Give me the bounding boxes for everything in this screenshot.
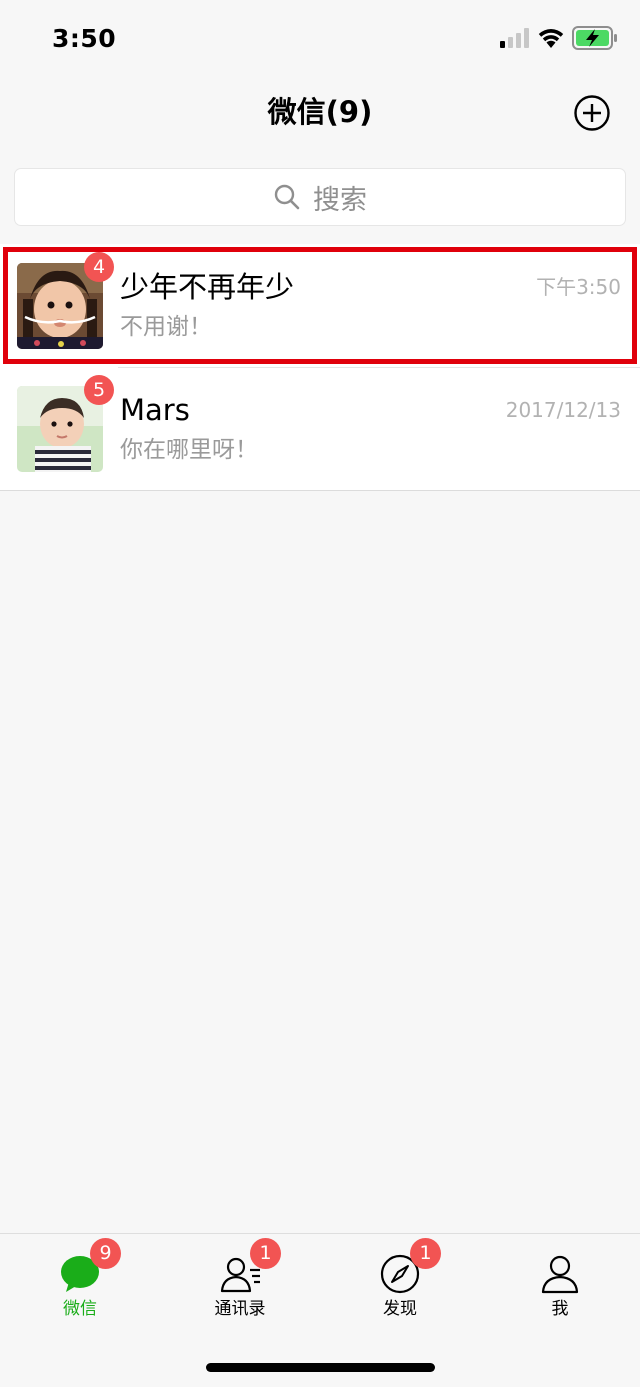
unread-badge: 5	[84, 375, 114, 405]
search-placeholder: 搜索	[313, 184, 367, 216]
search-input[interactable]: 搜索	[14, 168, 626, 226]
tab-me[interactable]: 我	[480, 1234, 640, 1334]
tab-label: 发现	[383, 1299, 417, 1319]
chat-time: 下午3:50	[536, 275, 621, 299]
cellular-signal-icon	[500, 28, 529, 48]
chat-time: 2017/12/13	[505, 398, 621, 422]
chat-list: 4 少年不再年少 下午3:50 不用谢！ 5 Mars 2017/12/13 你…	[0, 244, 640, 491]
chat-row-mars[interactable]: 5 Mars 2017/12/13 你在哪里呀！	[0, 367, 640, 490]
chat-preview: 你在哪里呀！	[120, 437, 258, 463]
person-icon	[541, 1255, 579, 1294]
tab-badge: 1	[410, 1238, 441, 1269]
chat-row-shaonian[interactable]: 4 少年不再年少 下午3:50 不用谢！	[0, 244, 640, 367]
tab-contacts[interactable]: 1 通讯录	[160, 1234, 320, 1334]
tab-badge: 1	[250, 1238, 281, 1269]
wifi-icon	[538, 29, 564, 48]
battery-charging-icon	[572, 26, 617, 50]
chat-name: 少年不再年少	[120, 270, 295, 304]
tab-badge: 9	[90, 1238, 121, 1269]
status-time: 3:50	[52, 24, 117, 53]
tab-label: 通讯录	[214, 1299, 266, 1319]
plus-circle-icon[interactable]	[573, 94, 611, 132]
tab-label: 微信	[63, 1299, 97, 1319]
tab-discover[interactable]: 1 发现	[320, 1234, 480, 1334]
status-bar: 3:50	[0, 0, 640, 80]
unread-badge: 4	[84, 252, 114, 282]
page-title: 微信(9)	[267, 95, 373, 129]
chat-name: Mars	[120, 393, 190, 427]
search-icon	[274, 184, 300, 210]
chat-preview: 不用谢！	[120, 314, 212, 340]
tab-weixin[interactable]: 9 微信	[0, 1234, 160, 1334]
tab-label: 我	[551, 1299, 569, 1319]
home-indicator[interactable]	[206, 1363, 435, 1372]
